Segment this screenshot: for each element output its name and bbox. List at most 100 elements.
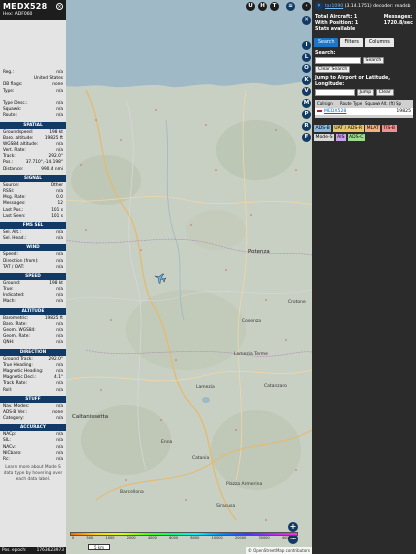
tool-button-p[interactable]: P xyxy=(302,110,311,119)
column-header[interactable]: Alt. (ft) xyxy=(381,100,395,108)
field-value: n/a xyxy=(56,457,63,462)
column-header[interactable]: Callsign xyxy=(317,100,339,108)
tool-button-k[interactable]: K xyxy=(302,75,311,85)
field-label: Last Seen: xyxy=(3,213,26,219)
chevron-left-icon[interactable]: ‹ xyxy=(302,2,311,11)
field-label: Type: xyxy=(3,88,15,94)
place-label: Siracusa xyxy=(216,504,236,509)
tool-button-l[interactable]: L xyxy=(302,52,311,62)
field-value: n/a xyxy=(56,88,63,94)
tab-search[interactable]: Search xyxy=(314,38,339,47)
field-label: Route: xyxy=(3,113,17,119)
map-button-u[interactable]: U xyxy=(246,2,255,11)
tab-filters[interactable]: Filters xyxy=(340,38,363,47)
section-header-spatial: SPATIAL xyxy=(0,121,66,129)
jump-button[interactable]: Jump xyxy=(356,89,375,96)
layers-icon[interactable]: ≡ xyxy=(286,2,295,11)
map-view[interactable]: Potenza Cosenza Lamezia Terme Catanzaro … xyxy=(66,0,312,554)
hex-value[interactable]: ADF060 xyxy=(15,12,33,17)
column-header[interactable]: Sp xyxy=(396,100,402,108)
zoom-in-button[interactable]: + xyxy=(288,522,298,532)
altitude-legend: 0 500 1000 2000 4000 6000 8000 10000 20000 30000 4… xyxy=(70,532,298,540)
tool-button-v[interactable]: V xyxy=(302,87,311,96)
chevron-right-icon[interactable]: › xyxy=(315,2,323,10)
legend-tick: 500 xyxy=(86,536,94,540)
version-bar: › tar1090 (3.14.1751) decoder: readsb xyxy=(312,0,416,12)
legend-tick: 30000 xyxy=(258,536,270,540)
legend-tick: 4000 xyxy=(147,536,157,540)
aircraft-info-panel: MEDX528 Hex: ADF060 × Reg.: n/a United Sta… xyxy=(0,0,66,554)
table-row[interactable]: MEDX528 19825 xyxy=(315,108,413,115)
tab-columns[interactable]: Columns xyxy=(364,38,394,47)
legend-tick: 1000 xyxy=(105,536,115,540)
position-epoch: Pos. epoch: 1763623973 xyxy=(0,547,66,554)
search-button[interactable]: Search xyxy=(362,57,385,64)
close-icon[interactable]: × xyxy=(56,3,63,10)
column-header[interactable]: Squawk xyxy=(365,100,380,108)
table-scrollbar[interactable] xyxy=(315,115,413,118)
field-label: Reg.: xyxy=(3,70,14,75)
legend-uat-ads-r[interactable]: UAT / ADS-R xyxy=(332,125,364,132)
info-row: Sel. Head.: n/a xyxy=(0,236,66,242)
legend-tick: 8000 xyxy=(190,536,200,540)
field-value: n/a xyxy=(56,236,63,242)
section-header-fms: FMS SEL xyxy=(0,221,66,229)
aircraft-table: Callsign Route Type Squawk Alt. (ft) Sp MEDX5… xyxy=(315,100,413,118)
field-label: Rc: xyxy=(3,457,10,462)
legend-tick: 40000+ xyxy=(281,536,296,540)
field-label: Distance: xyxy=(3,166,24,172)
info-row: Route: n/a xyxy=(0,113,66,119)
legend-mode-s[interactable]: Mode-S xyxy=(314,133,335,141)
column-header[interactable]: Route xyxy=(340,100,352,108)
field-value: n/a xyxy=(56,264,63,270)
tool-button-o[interactable]: O xyxy=(302,64,311,73)
info-row: Mach: n/a xyxy=(0,299,66,305)
info-row: Category: n/a xyxy=(0,416,66,422)
jump-input[interactable] xyxy=(315,89,355,96)
section-header-accuracy: ACCURACY xyxy=(0,424,66,432)
field-value: n/a xyxy=(56,113,63,119)
legend-tis-b[interactable]: TIS-B xyxy=(381,125,397,132)
version-text: tar1090 (3.14.1751) decoder: readsb xyxy=(325,3,411,9)
deselect-icon[interactable]: ✕ xyxy=(302,16,311,25)
version-link[interactable]: tar1090 xyxy=(325,4,343,9)
clear-button[interactable]: Clear xyxy=(375,89,394,96)
clear-search-button[interactable]: Clear Search xyxy=(315,66,351,73)
search-input[interactable] xyxy=(315,57,361,64)
field-label: TAT / OAT: xyxy=(3,264,25,270)
info-row: Last Seen: 101 s xyxy=(0,214,66,220)
column-header[interactable]: Type xyxy=(353,100,364,108)
legend-ads-b[interactable]: ADS-B xyxy=(314,125,332,132)
legend-ads-c[interactable]: ADS-C xyxy=(347,133,365,141)
field-value: 1763623973 xyxy=(36,548,64,553)
legend-ais[interactable]: AIS xyxy=(335,133,347,141)
stats-available[interactable]: Stats available xyxy=(315,27,358,33)
place-label: Lamezia Terme xyxy=(234,352,268,357)
place-label: Enna xyxy=(161,440,173,445)
tool-button-r[interactable]: R xyxy=(302,121,311,131)
field-label: Roll: xyxy=(3,387,13,393)
aircraft-marker-icon[interactable] xyxy=(154,272,166,284)
search-label: Search: xyxy=(315,51,336,56)
legend-tick: 10000 xyxy=(211,536,223,540)
map-tiles xyxy=(66,0,312,554)
tool-button-i[interactable]: I xyxy=(302,41,311,50)
map-button-h[interactable]: H xyxy=(258,2,267,11)
tool-button-m[interactable]: M xyxy=(302,98,311,108)
legend-tick: 6000 xyxy=(169,536,179,540)
section-header-speed: SPEED xyxy=(0,272,66,280)
info-row: Roll: n/a xyxy=(0,388,66,394)
callsign-title: MEDX528 xyxy=(3,2,48,11)
info-note: Learn more about Mode S data type by hov… xyxy=(3,465,63,483)
place-label: Piazza Armerina xyxy=(226,482,263,487)
tab-bar: Search Filters Columns xyxy=(312,36,416,47)
row-callsign[interactable]: MEDX528 xyxy=(324,108,396,115)
place-label: Cosenza xyxy=(242,319,261,324)
legend-mlat[interactable]: MLAT xyxy=(365,125,381,132)
map-button-t[interactable]: T xyxy=(270,2,279,11)
tool-button-f[interactable]: F xyxy=(302,133,311,142)
place-label: Caltanissetta xyxy=(72,414,109,420)
us-flag-icon xyxy=(317,109,322,114)
source-legend: ADS-B UAT / ADS-R MLAT TIS-B Mode-S AIS ADS-C xyxy=(312,122,416,144)
info-row: Distance: 990.4 nmi xyxy=(0,167,66,173)
